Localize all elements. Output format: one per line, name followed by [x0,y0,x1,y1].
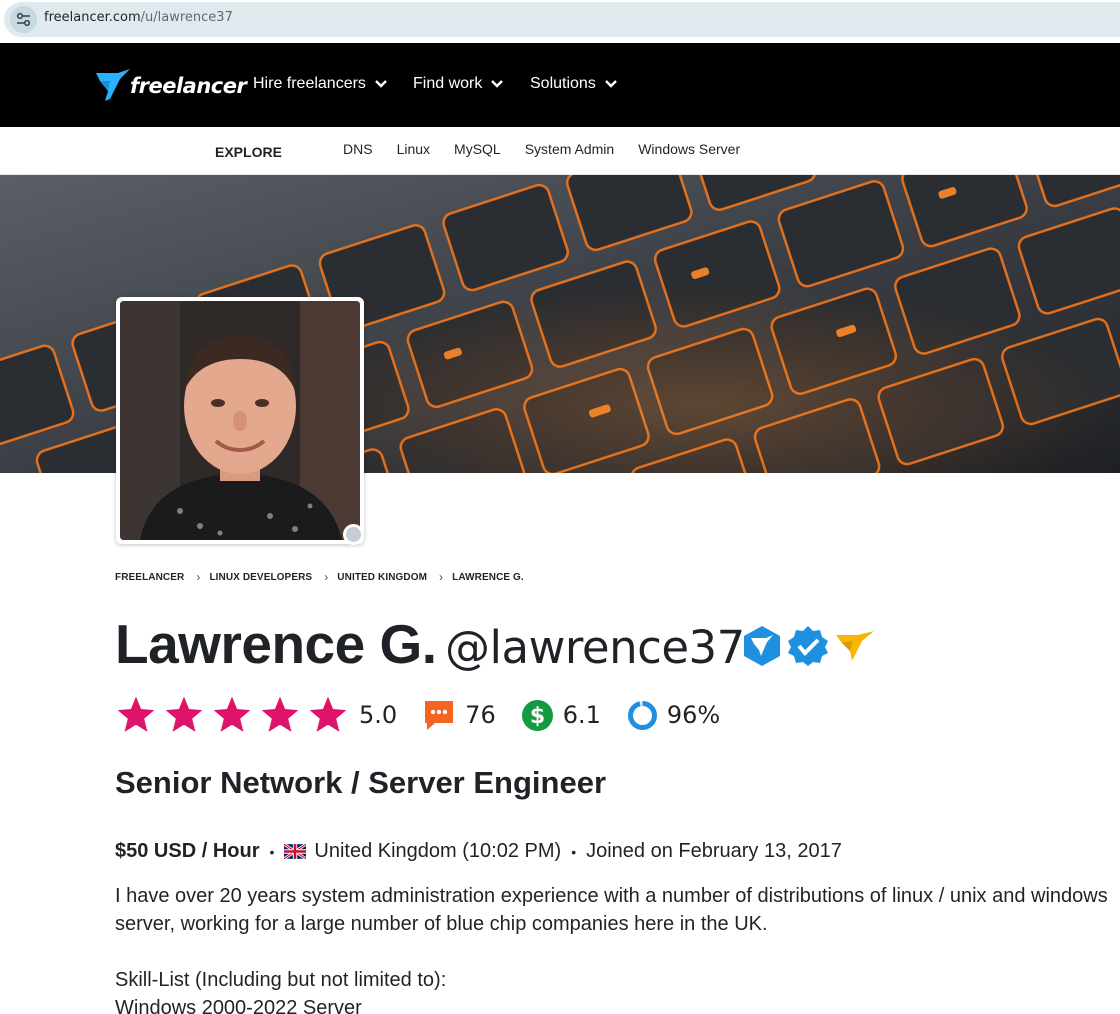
progress-ring-icon [627,700,657,730]
nav-label: Solutions [530,75,596,92]
nav-solutions[interactable]: Solutions [530,75,618,93]
explore-bar: EXPLORE DNS Linux MySQL System Admin Win… [0,127,1120,175]
breadcrumb-current-profile: LAWRENCE G. [452,571,524,583]
breadcrumb: FREELANCER › LINUX DEVELOPERS › UNITED K… [115,570,524,584]
chat-bubble-icon [425,701,454,730]
profile-stats: 5.0 76 $ 6.1 96% [115,692,720,738]
url-text[interactable]: freelancer.com/u/lawrence37 [44,10,233,25]
description-line: Skill-List (Including but not limited to… [115,969,447,991]
explore-link-mysql[interactable]: MySQL [454,141,501,157]
explore-label: EXPLORE [215,144,282,160]
earnings-score: 6.1 [562,701,601,729]
top-navigation: freelancer Hire freelancers Find work So… [0,43,1120,127]
uk-flag-icon [284,844,307,859]
breadcrumb-united-kingdom[interactable]: UNITED KINGDOM [337,572,427,583]
star-icon [117,696,155,732]
profile-name: Lawrence G. [115,613,437,675]
star-icon [309,696,347,732]
profile-headline: Senior Network / Server Engineer [115,765,607,800]
freelancer-logo[interactable]: freelancer [96,69,247,103]
online-status-indicator [343,524,364,545]
separator-dot: • [269,843,275,860]
hourly-rate: $50 USD / Hour [115,840,260,862]
description-line: server, working for a large number of bl… [115,913,768,935]
breadcrumb-freelancer[interactable]: FREELANCER [115,572,184,583]
reviews-count: 76 [465,701,496,729]
profile-description: I have over 20 years system administrati… [115,882,1120,1014]
description-line: Windows 2000-2022 Server [115,997,362,1014]
freelancer-bird-icon [96,69,130,101]
profile-badges [742,625,876,667]
rating-value: 5.0 [359,701,398,729]
star-icon [261,696,299,732]
profile-info-row: $50 USD / Hour • United Kingdom (10:02 P… [115,840,842,863]
chevron-right-icon: › [324,570,329,584]
tune-icon[interactable] [10,6,37,33]
description-line: I have over 20 years system administrati… [115,885,1108,907]
verified-check-badge-icon[interactable] [787,625,829,667]
chevron-down-icon [491,80,504,88]
profile-username: @lawrence37 [445,621,745,674]
location-time: United Kingdom (10:02 PM) [314,840,562,862]
chevron-right-icon: › [196,570,201,584]
profile-avatar-frame [116,297,364,544]
nav-label: Hire freelancers [253,75,366,92]
url-domain: freelancer.com [44,10,141,25]
breadcrumb-linux-developers[interactable]: LINUX DEVELOPERS [209,572,312,583]
logo-text: freelancer [130,74,247,98]
chevron-down-icon [604,80,617,88]
nav-label: Find work [413,75,483,92]
joined-date: Joined on February 13, 2017 [586,840,842,862]
completion-rate: 96% [666,701,721,729]
browser-address-bar: freelancer.com/u/lawrence37 [0,0,1120,42]
svg-text:$: $ [530,704,545,729]
explore-link-windows-server[interactable]: Windows Server [638,141,740,157]
explore-link-system-admin[interactable]: System Admin [525,141,614,157]
star-icon [213,696,251,732]
chevron-down-icon [375,80,387,88]
explore-link-dns[interactable]: DNS [343,141,373,157]
rating-stars [115,694,349,736]
avatar[interactable] [120,301,360,540]
nav-hire-freelancers[interactable]: Hire freelancers [253,75,388,93]
url-path: /u/lawrence37 [140,10,233,25]
separator-dot: • [571,843,577,860]
dollar-icon: $ [521,699,553,731]
chevron-right-icon: › [439,570,444,584]
star-icon [165,696,203,732]
preferred-freelancer-bird-icon[interactable] [834,629,876,663]
freelancer-shield-badge-icon[interactable] [742,625,782,667]
explore-link-linux[interactable]: Linux [397,141,430,157]
explore-links: DNS Linux MySQL System Admin Windows Ser… [343,141,740,157]
nav-find-work[interactable]: Find work [413,75,504,93]
